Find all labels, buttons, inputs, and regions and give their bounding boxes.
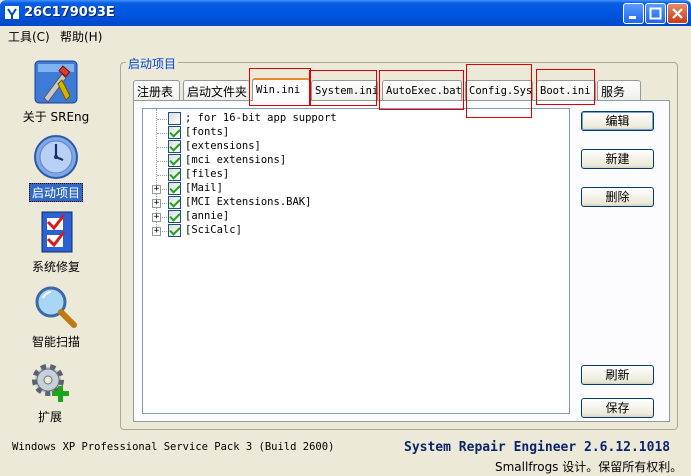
clock-icon — [34, 135, 78, 179]
sidebar-item-label: 关于 SREng — [22, 110, 90, 124]
checkbox[interactable] — [168, 196, 181, 209]
tree-item[interactable]: [mci extensions] — [143, 154, 563, 168]
checkbox[interactable] — [168, 210, 181, 223]
product-version-text: System Repair Engineer 2.6.12.1018 — [404, 440, 671, 455]
checkbox[interactable] — [168, 182, 181, 195]
tab-registry[interactable]: 注册表 — [133, 80, 180, 100]
title-bar: 26C179093E — [0, 0, 691, 26]
tab-startup-folder[interactable]: 启动文件夹 — [183, 80, 250, 100]
sidebar-item-startup[interactable]: 启动项目 — [6, 133, 106, 202]
menu-tools[interactable]: 工具(C) — [4, 28, 54, 45]
close-button[interactable] — [667, 3, 688, 24]
sidebar-item-label: 智能扫描 — [31, 335, 80, 349]
sidebar-item-label: 启动项目 — [28, 183, 83, 202]
maximize-icon — [649, 7, 662, 20]
menu-bar: 工具(C) 帮助(H) — [0, 26, 691, 46]
edit-button[interactable]: 编辑 — [581, 111, 654, 131]
checkbox[interactable] — [168, 154, 181, 167]
maximize-button[interactable] — [645, 3, 666, 24]
tree-item[interactable]: + [SciCalc] — [143, 224, 563, 238]
tree-item[interactable]: + [MCI Extensions.BAK] — [143, 196, 563, 210]
tab-config-sys[interactable]: Config.Sys — [465, 80, 533, 100]
sidebar-item-label: 系统修复 — [31, 260, 80, 274]
tree-item[interactable]: ; for 16-bit app support — [143, 112, 563, 126]
menu-help[interactable]: 帮助(H) — [56, 28, 106, 45]
refresh-button[interactable]: 刷新 — [581, 365, 654, 385]
checkbox[interactable] — [168, 126, 181, 139]
checkbox[interactable] — [168, 140, 181, 153]
tab-win-ini[interactable]: Win.ini — [252, 78, 310, 101]
group-title: 启动项目 — [126, 55, 179, 72]
checkbox[interactable] — [168, 112, 181, 125]
tab-services[interactable]: 服务 — [597, 80, 641, 100]
tab-boot-ini[interactable]: Boot.ini — [536, 80, 596, 100]
tree-item[interactable]: [extensions] — [143, 140, 563, 154]
sidebar-item-extensions[interactable]: 扩展 — [0, 358, 100, 425]
magnifier-icon — [35, 286, 77, 328]
os-version-text: Windows XP Professional Service Pack 3 (… — [12, 441, 335, 453]
new-button[interactable]: 新建 — [581, 149, 654, 169]
checkbox[interactable] — [168, 168, 181, 181]
expand-icon[interactable]: + — [152, 199, 161, 208]
expand-icon[interactable]: + — [152, 227, 161, 236]
close-icon — [672, 8, 683, 19]
sidebar-item-repair[interactable]: 系统修复 — [6, 208, 106, 275]
tab-autoexec-bat[interactable]: AutoExec.bat — [382, 80, 462, 100]
sidebar-item-scan[interactable]: 智能扫描 — [6, 283, 106, 350]
tree-item[interactable]: + [annie] — [143, 210, 563, 224]
checklist-icon — [41, 211, 73, 253]
window-title: 26C179093E — [24, 5, 115, 20]
minimize-button[interactable] — [623, 3, 644, 24]
gear-plus-icon — [32, 364, 69, 402]
ini-tree-view[interactable]: ; for 16-bit app support [fonts] [extens… — [142, 108, 570, 414]
copyright-text: Smallfrogs 设计。保留所有权利。 — [495, 460, 683, 474]
delete-button[interactable]: 删除 — [581, 187, 654, 207]
tree-item[interactable]: + [Mail] — [143, 182, 563, 196]
save-button[interactable]: 保存 — [581, 398, 654, 418]
tools-icon — [34, 60, 78, 104]
sidebar-item-label: 扩展 — [37, 410, 62, 424]
minimize-icon — [629, 16, 636, 19]
tree-item[interactable]: [files] — [143, 168, 563, 182]
expand-icon[interactable]: + — [152, 185, 161, 194]
tree-item[interactable]: [fonts] — [143, 126, 563, 140]
checkbox[interactable] — [168, 224, 181, 237]
sidebar-item-about[interactable]: 关于 SREng — [6, 58, 106, 125]
tab-system-ini[interactable]: System.ini — [311, 80, 378, 100]
app-icon — [5, 6, 19, 19]
expand-icon[interactable]: + — [152, 213, 161, 222]
